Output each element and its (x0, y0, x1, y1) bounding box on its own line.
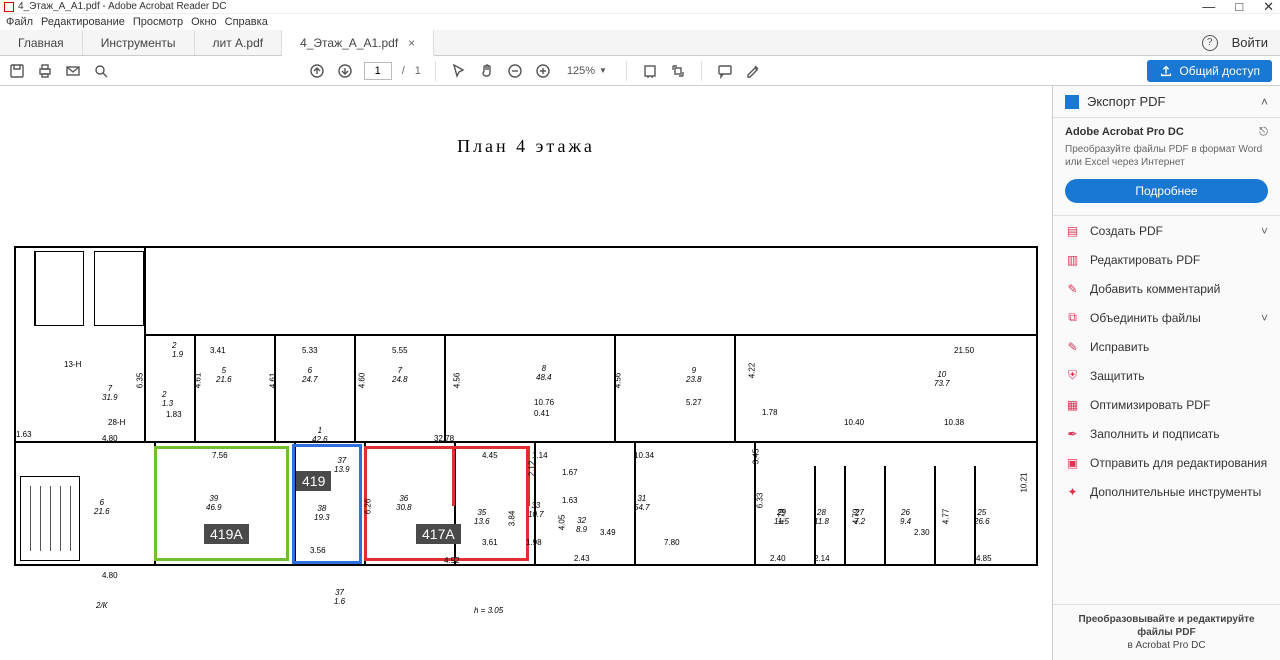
app-icon (4, 2, 14, 12)
chevron-up-icon: ˄ (1261, 95, 1268, 109)
document-tabs: Главная Инструменты лит A.pdf 4_Этаж_А_А… (0, 30, 1280, 56)
protect-icon: ⛨ (1065, 368, 1080, 383)
highlight-icon[interactable] (744, 62, 762, 80)
tab-home[interactable]: Главная (0, 30, 83, 55)
tool-fix[interactable]: ✎Исправить (1053, 332, 1280, 361)
hand-tool-icon[interactable] (478, 62, 496, 80)
tab-doc-1[interactable]: лит A.pdf (195, 30, 283, 55)
edit-pdf-icon: ▥ (1065, 252, 1080, 267)
tool-send-review[interactable]: ▣Отправить для редактирования (1053, 448, 1280, 477)
optimize-icon: ▦ (1065, 397, 1080, 412)
tool-combine[interactable]: ⧉Объединить файлы˅ (1053, 303, 1280, 332)
pro-title: Adobe Acrobat Pro DC (1065, 126, 1184, 139)
pro-learn-more-button[interactable]: Подробнее (1065, 179, 1268, 203)
selection-tool-icon[interactable] (450, 62, 468, 80)
room-label-419a: 419А (204, 524, 249, 544)
tool-optimize[interactable]: ▦Оптимизировать PDF (1053, 390, 1280, 419)
menu-edit[interactable]: Редактирование (39, 16, 127, 28)
create-pdf-icon: ▤ (1065, 223, 1080, 238)
main-area: ▸ План 4 этажа (0, 86, 1280, 660)
page-input[interactable] (364, 62, 392, 80)
zoom-out-icon[interactable] (506, 62, 524, 80)
close-button[interactable]: ✕ (1261, 0, 1276, 15)
page-separator: / (402, 65, 405, 77)
floor-plan: 419А 419 417А 3.41 5.33 5.55 6.35 4.61 4… (14, 246, 1038, 566)
tab-doc-2[interactable]: 4_Этаж_А_А1.pdf × (282, 30, 434, 56)
menu-file[interactable]: Файл (4, 16, 35, 28)
panel-pro-box: Adobe Acrobat Pro DC ⎋ Преобразуйте файл… (1053, 118, 1280, 216)
window-titlebar: 4_Этаж_А_А1.pdf - Adobe Acrobat Reader D… (0, 0, 1280, 14)
tool-fill-sign[interactable]: ✒Заполнить и подписать (1053, 419, 1280, 448)
plan-title: План 4 этажа (0, 136, 1052, 157)
chevron-down-icon: ˅ (1261, 311, 1268, 325)
minimize-button[interactable]: — (1200, 0, 1217, 15)
tool-edit-pdf[interactable]: ▥Редактировать PDF (1053, 245, 1280, 274)
pro-sub: Преобразуйте файлы PDF в формат Word или… (1065, 143, 1268, 169)
menu-window[interactable]: Окно (189, 16, 219, 28)
room-label-417a: 417А (416, 524, 461, 544)
link-icon[interactable]: ⎋ (1259, 126, 1268, 139)
tool-comment[interactable]: ✎Добавить комментарий (1053, 274, 1280, 303)
document-viewport[interactable]: ▸ План 4 этажа (0, 86, 1052, 660)
share-button[interactable]: Общий доступ (1147, 60, 1272, 82)
room-label-419: 419 (296, 471, 331, 491)
tab-close-icon[interactable]: × (408, 36, 415, 50)
mail-icon[interactable] (64, 62, 82, 80)
page-total: 1 (415, 65, 421, 77)
fix-icon: ✎ (1065, 339, 1080, 354)
fill-sign-icon: ✒ (1065, 426, 1080, 441)
tool-more[interactable]: ✦Дополнительные инструменты (1053, 477, 1280, 506)
tab-tools[interactable]: Инструменты (83, 30, 195, 55)
toolbar: / 1 125% ▼ Общий доступ (0, 56, 1280, 86)
save-icon[interactable] (8, 62, 26, 80)
caret-down-icon: ▼ (599, 66, 607, 75)
menu-help[interactable]: Справка (223, 16, 270, 28)
export-pdf-icon: ⎘ (1065, 95, 1079, 109)
menu-view[interactable]: Просмотр (131, 16, 185, 28)
print-icon[interactable] (36, 62, 54, 80)
panel-export-header[interactable]: ⎘ Экспорт PDF ˄ (1053, 86, 1280, 118)
fit-width-icon[interactable] (641, 62, 659, 80)
fit-page-icon[interactable] (669, 62, 687, 80)
search-icon[interactable] (92, 62, 110, 80)
help-icon[interactable]: ? (1202, 35, 1218, 51)
login-link[interactable]: Войти (1232, 35, 1268, 50)
chevron-down-icon: ˅ (1261, 224, 1268, 238)
more-tools-icon: ✦ (1065, 484, 1080, 499)
tool-create-pdf[interactable]: ▤Создать PDF˅ (1053, 216, 1280, 245)
menu-bar: Файл Редактирование Просмотр Окно Справк… (0, 14, 1280, 30)
combine-icon: ⧉ (1065, 310, 1080, 325)
page-up-icon[interactable] (308, 62, 326, 80)
tool-protect[interactable]: ⛨Защитить (1053, 361, 1280, 390)
comment-tool-icon: ✎ (1065, 281, 1080, 296)
maximize-button[interactable]: □ (1233, 0, 1245, 15)
zoom-dropdown[interactable]: 125% ▼ (562, 63, 612, 79)
window-title: 4_Этаж_А_А1.pdf - Adobe Acrobat Reader D… (18, 1, 226, 12)
comment-icon[interactable] (716, 62, 734, 80)
zoom-in-icon[interactable] (534, 62, 552, 80)
panel-footer: Преобразовывайте и редактируйте файлы PD… (1053, 604, 1280, 660)
tools-panel: ⎘ Экспорт PDF ˄ Adobe Acrobat Pro DC ⎋ П… (1052, 86, 1280, 660)
document-canvas: План 4 этажа (0, 86, 1052, 660)
send-icon: ▣ (1065, 455, 1080, 470)
page-down-icon[interactable] (336, 62, 354, 80)
